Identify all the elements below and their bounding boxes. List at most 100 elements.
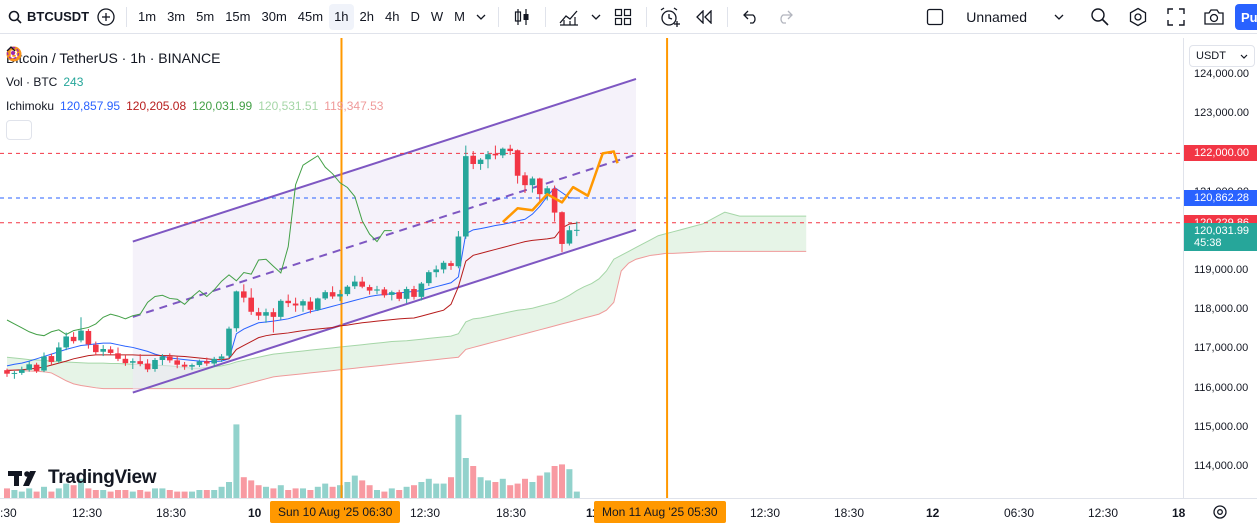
volume-bar [403, 486, 410, 498]
candle-body [470, 155, 476, 164]
compare-symbol-button[interactable] [92, 4, 120, 30]
candle-body [433, 269, 439, 273]
interval-1h-button[interactable]: 1h [329, 3, 354, 30]
candle-body [255, 312, 262, 316]
candle-body [174, 360, 180, 365]
ichimoku-value: 120,205.08 [126, 99, 187, 113]
layout-name-label: Unnamed [966, 8, 1027, 25]
candle-body [514, 150, 521, 176]
interval-3m-button[interactable]: 3m [162, 4, 190, 30]
toolbar-divider [126, 6, 127, 27]
candle-body [56, 347, 62, 362]
volume-bar [122, 490, 129, 498]
interval-2h-button[interactable]: 2h [355, 4, 379, 30]
interval-15m-button[interactable]: 15m [220, 4, 255, 30]
interval-45m-button[interactable]: 45m [293, 4, 328, 30]
volume-bar [499, 478, 506, 498]
templates-button[interactable] [606, 4, 640, 30]
price-axis[interactable]: USDT 124,000.00123,000.00122,000.00121,0… [1183, 38, 1257, 498]
indicators-menu-button[interactable] [586, 4, 606, 30]
quick-search-button[interactable] [1081, 4, 1119, 30]
volume-bar [263, 486, 269, 498]
plus-circle-icon [97, 7, 115, 26]
time-axis[interactable]: :30 12:30 18:30 10 12:30 18:30 11 12:30 18:30 12 0… [0, 498, 1257, 524]
volume-bar [166, 490, 173, 498]
currency-select[interactable]: USDT [1189, 45, 1255, 67]
settings-button[interactable] [1119, 4, 1157, 30]
candle-body [100, 349, 106, 352]
interval-menu-button[interactable] [470, 4, 492, 30]
candle-body [359, 281, 365, 287]
candle-body [448, 263, 454, 266]
volume-bar [462, 458, 469, 498]
ichimoku-label: Ichimoku [6, 99, 55, 113]
candle-body [196, 361, 203, 366]
interval-W-button[interactable]: W [426, 4, 448, 30]
candle-body [507, 148, 513, 152]
price-tick: 124,000.00 [1194, 68, 1250, 80]
candle-body [218, 356, 225, 359]
legend-volume-row[interactable]: Vol · BTC 243 [6, 70, 383, 94]
volume-bar [203, 490, 210, 498]
candle-body [492, 153, 499, 156]
time-tick: 10 [248, 506, 262, 520]
volume-bar [418, 482, 425, 498]
undo-button[interactable] [734, 4, 768, 30]
price-label: 45:38 [1184, 235, 1257, 252]
candle-body [19, 369, 25, 373]
interval-4h-button[interactable]: 4h [380, 4, 404, 30]
time-tick: 12:30 [1088, 506, 1119, 520]
candle-body [241, 291, 247, 298]
time-tick: 12:30 [72, 506, 103, 520]
candle-body [226, 328, 232, 356]
candle-body [63, 336, 69, 348]
volume-bar [559, 464, 565, 498]
ichimoku-value: 119,347.53 [324, 99, 384, 113]
volume-bar [26, 488, 33, 498]
volume-bar [433, 483, 440, 498]
snapshot-button[interactable] [1195, 4, 1233, 30]
interval-30m-button[interactable]: 30m [256, 4, 291, 30]
legend-symbol-row[interactable]: B Bitcoin / TetherUS · 1h · BINANCE [6, 46, 383, 70]
volume-bar [92, 490, 99, 498]
candle-body [85, 330, 92, 345]
interval-D-button[interactable]: D [405, 4, 424, 30]
candle-body [11, 372, 18, 374]
chart-type-button[interactable] [505, 4, 539, 30]
tradingview-logo[interactable]: TradingView [8, 467, 157, 489]
volume-bar [455, 414, 462, 498]
layout-menu-button[interactable] [1049, 4, 1069, 30]
interval-5m-button[interactable]: 5m [191, 4, 219, 30]
candle-body [440, 262, 447, 270]
legend-ichimoku-row[interactable]: Ichimoku 120,857.95 120,205.08 120,031.99 1… [6, 46, 384, 118]
volume-bar [544, 472, 551, 498]
interval-list: 1m 3m 5m 15m 30m 45m 1h 2h 4h D W M [133, 3, 470, 30]
volume-bar [425, 478, 432, 498]
price-tick: 117,000.00 [1194, 342, 1249, 355]
gear-icon [1129, 7, 1147, 26]
tradingview-wordmark: TradingView [48, 467, 157, 488]
replay-button[interactable] [687, 4, 721, 30]
layout-name-button[interactable]: Unnamed [926, 4, 1027, 30]
toolbar-divider [727, 6, 728, 27]
chart-pane[interactable]: B Bitcoin / TetherUS · 1h · BINANCE Vol … [0, 38, 1183, 498]
candle-body [307, 301, 314, 310]
symbol-search-button[interactable]: BTCUSDT [0, 4, 92, 30]
candle-body [78, 330, 84, 341]
interval-1m-button[interactable]: 1m [133, 4, 161, 30]
legend-collapse-button[interactable] [6, 46, 32, 140]
volume-bar [470, 466, 477, 498]
time-tick: :30 [0, 506, 17, 520]
volume-bar [440, 483, 447, 498]
volume-bar [322, 483, 329, 498]
interval-M-button[interactable]: M [449, 4, 470, 30]
volume-bar [329, 486, 336, 498]
redo-button[interactable] [768, 4, 802, 30]
fullscreen-button[interactable] [1157, 4, 1195, 30]
time-axis-settings-button[interactable] [1212, 504, 1228, 524]
top-toolbar: BTCUSDT 1m 3m 5m 15m 30m 45m 1h 2h 4h D W M Unnamed [0, 0, 1257, 34]
publish-button[interactable]: Pu [1235, 4, 1257, 30]
alert-button[interactable] [653, 4, 687, 30]
price-tick: 115,000.00 [1194, 420, 1249, 433]
indicators-button[interactable] [552, 4, 586, 30]
